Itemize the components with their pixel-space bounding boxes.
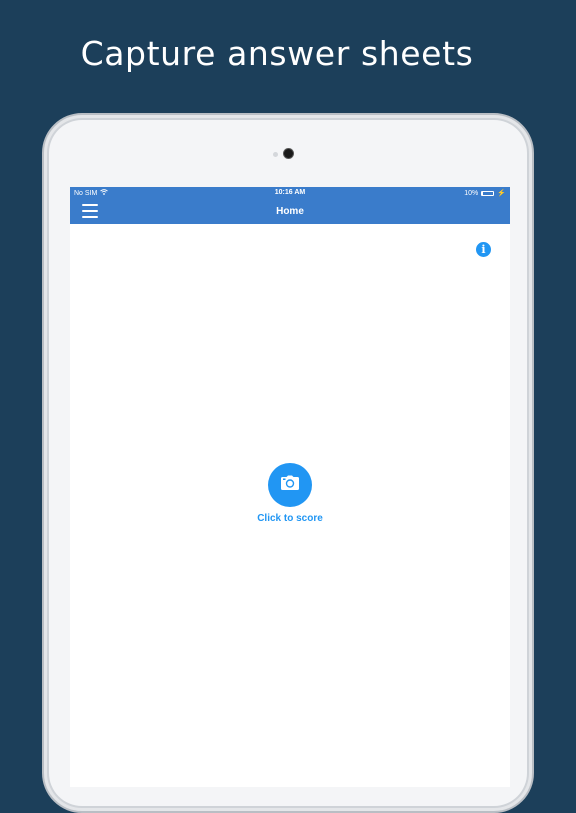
front-sensor: [273, 152, 278, 157]
front-camera: [284, 149, 293, 158]
battery-icon: [481, 190, 495, 196]
click-to-score-label[interactable]: Click to score: [257, 513, 323, 524]
score-camera-button[interactable]: [268, 463, 312, 507]
battery-percent: 10%: [464, 189, 479, 197]
info-icon[interactable]: i: [476, 242, 491, 257]
battery-fill: [482, 191, 484, 195]
status-battery: 10% ⚡: [464, 189, 506, 198]
app-bar: No SIM 10:16 AM 10% ⚡ Home: [70, 187, 510, 224]
app-screen: No SIM 10:16 AM 10% ⚡ Home i Click to sc…: [70, 187, 510, 787]
camera-icon: [280, 475, 300, 496]
tablet-frame: No SIM 10:16 AM 10% ⚡ Home i Click to sc…: [42, 113, 534, 813]
page-title: Home: [276, 206, 304, 217]
status-time: 10:16 AM: [274, 189, 306, 196]
charging-bolt-icon: ⚡: [497, 190, 506, 197]
headline: Capture answer sheets: [80, 34, 474, 73]
score-action: Click to score: [70, 463, 510, 524]
